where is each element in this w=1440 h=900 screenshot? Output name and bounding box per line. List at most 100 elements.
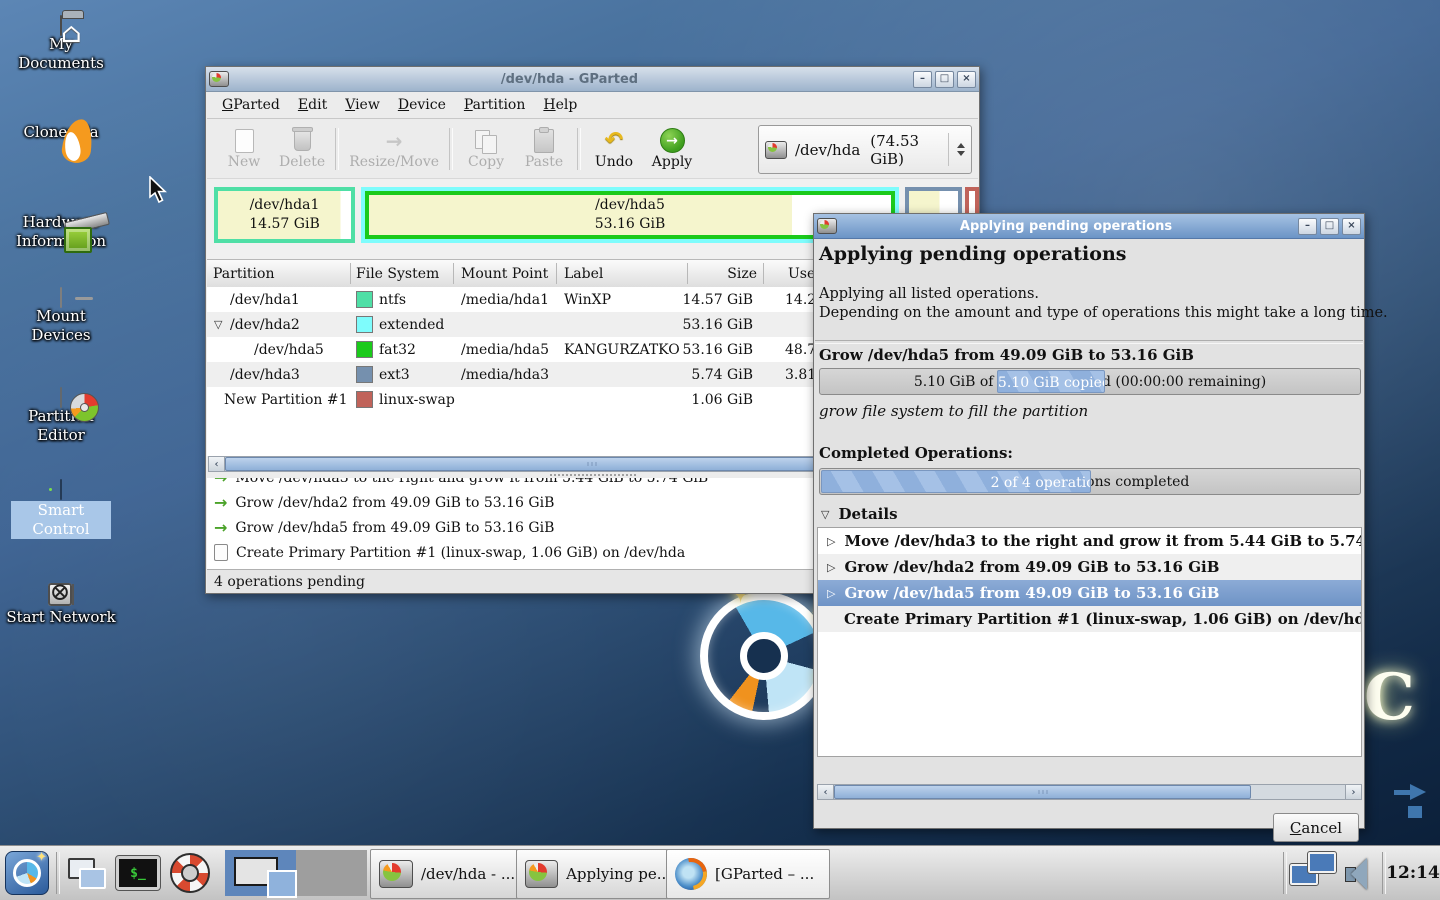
details-label: Details <box>838 505 897 523</box>
workspace-1[interactable] <box>225 850 296 896</box>
row-expander-icon[interactable]: ▽ <box>214 312 222 337</box>
menu-help[interactable]: Help <box>534 94 586 116</box>
taskbar-separator <box>56 852 60 894</box>
task-button-gparted[interactable]: /dev/hda - ... <box>370 849 530 899</box>
scrollbar-thumb[interactable] <box>834 785 1251 799</box>
header-label[interactable]: Label <box>564 260 603 287</box>
icon-label: Smart <box>11 501 111 520</box>
scroll-right-icon[interactable]: › <box>1345 785 1361 799</box>
task-label: [GParted – ... <box>715 865 814 883</box>
desktop-icon-clonezilla[interactable]: Clonezilla <box>1 104 121 142</box>
desktop-icon-my-documents[interactable]: ⌂ MyDocuments <box>1 16 121 73</box>
dark-drive-icon <box>60 480 62 499</box>
monitor-network-icon: ⊗ <box>48 576 75 608</box>
parted-magic-logo: ✦ ✦ ✦ <box>700 592 828 720</box>
expander-closed-icon[interactable]: ▷ <box>827 587 835 600</box>
details-row-selected[interactable]: ▷ Grow /dev/hda5 from 49.09 GiB to 53.16… <box>818 580 1361 606</box>
delete-button[interactable]: Delete <box>273 124 331 174</box>
resize-move-button[interactable]: → Resize/Move <box>343 124 445 174</box>
header-size[interactable]: Size <box>693 260 757 287</box>
desktop-icon-smart-control[interactable]: SmartControl <box>1 480 121 539</box>
new-partition-page-icon <box>214 544 228 561</box>
block-name: /dev/hda5 <box>595 196 665 215</box>
fs-color-swatch <box>356 341 373 358</box>
cell-filesystem: ntfs <box>379 287 406 312</box>
cell-mount: /media/hda3 <box>461 362 549 387</box>
cell-filesystem: fat32 <box>379 337 416 362</box>
dialog-titlebar[interactable]: Applying pending operations – □ × <box>814 214 1364 239</box>
details-row[interactable]: ▷ Grow /dev/hda2 from 49.09 GiB to 53.16… <box>818 554 1361 580</box>
combo-spinner[interactable] <box>948 133 965 166</box>
operation-text: Grow /dev/hda5 from 49.09 GiB to 53.16 G… <box>235 520 554 536</box>
task-button-firefox[interactable]: [GParted – ... <box>666 849 830 899</box>
paste-button[interactable]: Paste <box>515 124 573 174</box>
cell-partition: /dev/hda5 <box>254 337 324 362</box>
terminal-launcher[interactable]: $_ <box>112 850 164 896</box>
window-title: /dev/hda - GParted <box>229 72 910 87</box>
operation-text: Move /dev/hda3 to the right and grow it … <box>235 478 708 486</box>
new-button[interactable]: New <box>215 124 273 174</box>
new-partition-icon <box>235 129 254 153</box>
header-mount-point[interactable]: Mount Point <box>461 260 548 287</box>
task-label: Applying pe... <box>566 865 671 883</box>
cancel-button[interactable]: Cancel <box>1273 813 1359 842</box>
gparted-titlebar[interactable]: /dev/hda - GParted – □ × <box>206 67 979 92</box>
expander-closed-icon[interactable]: ▷ <box>827 561 835 574</box>
combo-size: (74.53 GiB) <box>870 132 940 168</box>
start-menu-button[interactable]: ✦ <box>3 850 51 896</box>
description-line: Applying all listed operations. <box>819 285 1388 304</box>
volume-tray-icon[interactable] <box>1338 850 1378 896</box>
cell-partition: /dev/hda2 <box>230 312 300 337</box>
desktop-icon-mount-devices[interactable]: MountDevices <box>1 288 121 345</box>
desktop-icon-hardware-information[interactable]: HardwareInformation <box>1 194 121 251</box>
network-tray-icon[interactable] <box>1288 850 1338 896</box>
details-expander[interactable]: ▽ Details <box>821 505 898 523</box>
maximize-button[interactable]: □ <box>935 71 954 88</box>
partition-block-hda1[interactable]: /dev/hda1 14.57 GiB <box>214 187 355 243</box>
desktop-icon-start-network[interactable]: ⊗ Start Network <box>1 576 121 627</box>
fs-color-swatch <box>356 316 373 333</box>
expander-closed-icon[interactable]: ▷ <box>827 535 835 548</box>
expander-open-icon[interactable]: ▽ <box>821 508 829 521</box>
help-launcher[interactable] <box>166 850 214 896</box>
header-partition[interactable]: Partition <box>213 260 274 287</box>
icon-label: Mount <box>1 307 121 326</box>
details-list: ▷ Move /dev/hda3 to the right and grow i… <box>817 527 1362 757</box>
details-row[interactable]: ▷ Move /dev/hda3 to the right and grow i… <box>818 528 1361 554</box>
details-horizontal-scrollbar[interactable]: ‹ › <box>817 784 1362 800</box>
copy-progress-bar: 5.10 GiB of 5.10 GiB copied (00:00:00 re… <box>819 368 1361 395</box>
cell-filesystem: ext3 <box>379 362 410 387</box>
menu-edit[interactable]: Edit <box>289 94 336 116</box>
block-size: 14.57 GiB <box>249 215 319 234</box>
apply-button[interactable]: → Apply <box>643 124 701 174</box>
mouse-cursor <box>148 176 170 208</box>
maximize-button[interactable]: □ <box>1320 218 1339 235</box>
menu-view[interactable]: View <box>336 94 389 116</box>
close-button[interactable]: × <box>1342 218 1361 235</box>
menu-gparted[interactable]: GParted <box>213 94 289 116</box>
desktop-icon-partition-editor[interactable]: PartitionEditor <box>1 388 121 445</box>
menu-partition[interactable]: Partition <box>455 94 535 116</box>
minimize-button[interactable]: – <box>1298 218 1317 235</box>
menu-device[interactable]: Device <box>389 94 455 116</box>
task-label: /dev/hda - ... <box>421 865 515 883</box>
details-row[interactable]: Create Primary Partition #1 (linux-swap,… <box>818 606 1361 632</box>
clock: 12:14 <box>1388 850 1438 896</box>
applying-operations-dialog: Applying pending operations – □ × Applyi… <box>813 213 1365 829</box>
copy-button[interactable]: Copy <box>457 124 515 174</box>
device-combo[interactable]: /dev/hda (74.53 GiB) <box>758 125 972 174</box>
header-file-system[interactable]: File System <box>356 260 439 287</box>
operation-arrow-icon: → <box>214 495 227 511</box>
clock-time: 12:14 <box>1386 863 1440 883</box>
undo-button[interactable]: ↶ Undo <box>585 124 643 174</box>
terminal-icon: $_ <box>116 856 160 890</box>
scroll-left-icon[interactable]: ‹ <box>209 457 225 471</box>
scroll-left-icon[interactable]: ‹ <box>818 785 834 799</box>
task-button-applying[interactable]: Applying pe... <box>516 849 680 899</box>
desktop: ✦ ✦ ✦ C ⌂ MyDocuments Clonezilla Hardwar… <box>0 0 1440 900</box>
workspace-2[interactable] <box>296 850 367 896</box>
cell-partition: /dev/hda3 <box>230 362 300 387</box>
show-desktop-button[interactable] <box>62 850 110 896</box>
close-button[interactable]: × <box>957 71 976 88</box>
minimize-button[interactable]: – <box>913 71 932 88</box>
